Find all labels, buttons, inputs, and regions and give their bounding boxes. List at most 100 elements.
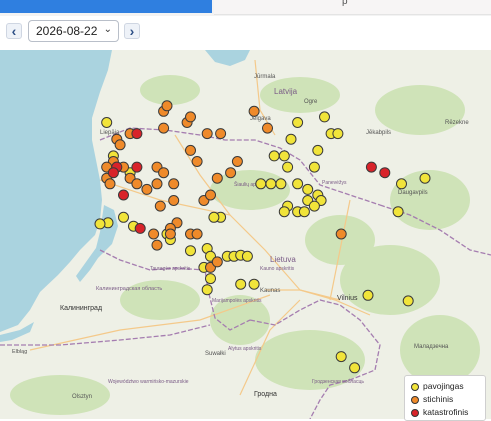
- marker-katastrofinis[interactable]: [365, 161, 377, 173]
- marker-stichinis[interactable]: [185, 144, 196, 156]
- marker-pavojingas[interactable]: [101, 117, 113, 128]
- marker-pavojingas[interactable]: [268, 150, 280, 162]
- marker-stichinis[interactable]: [191, 156, 203, 167]
- marker-stichinis[interactable]: [161, 100, 173, 112]
- tab-bar: p: [0, 0, 491, 16]
- marker-stichinis[interactable]: [205, 189, 216, 201]
- legend-item-katastrofinis: katastrofinis: [411, 407, 468, 418]
- map-label-panevezys: Panevėžys: [322, 180, 347, 186]
- marker-stichinis[interactable]: [211, 256, 223, 268]
- marker-stichinis[interactable]: [158, 167, 170, 179]
- marker-stichinis[interactable]: [248, 105, 260, 117]
- map-label-elblag: Elbląg: [12, 349, 27, 355]
- marker-pavojingas[interactable]: [419, 172, 431, 184]
- marker-stichinis[interactable]: [185, 111, 196, 123]
- chevron-down-icon: ⌄: [103, 24, 112, 35]
- chevron-right-icon: ›: [129, 23, 135, 39]
- marker-pavojingas[interactable]: [275, 178, 287, 190]
- map-label-suwalki: Suwałki: [205, 351, 226, 357]
- legend-dot-red: [411, 409, 419, 417]
- map-label-grodno_obl: Гродзенская вобласць: [312, 379, 364, 385]
- tab-active[interactable]: [0, 0, 212, 13]
- marker-pavojingas[interactable]: [292, 178, 304, 190]
- legend-dot-orange: [411, 396, 419, 404]
- map-label-kauno: Kauno apskritis: [260, 266, 295, 272]
- map-label-marijampole: Marijampolės apskritis: [212, 298, 262, 304]
- marker-pavojingas[interactable]: [94, 218, 106, 230]
- marker-stichinis[interactable]: [191, 228, 203, 240]
- marker-pavojingas[interactable]: [208, 211, 220, 223]
- marker-pavojingas[interactable]: [319, 111, 330, 123]
- marker-pavojingas[interactable]: [332, 128, 344, 140]
- marker-pavojingas[interactable]: [118, 211, 129, 223]
- marker-pavojingas[interactable]: [201, 284, 213, 296]
- marker-pavojingas[interactable]: [402, 295, 414, 307]
- marker-pavojingas[interactable]: [392, 206, 404, 218]
- marker-pavojingas[interactable]: [278, 206, 290, 218]
- marker-pavojingas[interactable]: [362, 289, 374, 301]
- marker-pavojingas[interactable]: [248, 278, 260, 290]
- marker-stichinis[interactable]: [168, 178, 180, 190]
- marker-pavojingas[interactable]: [308, 200, 320, 212]
- legend: pavojingas stichinis katastrofinis: [404, 375, 486, 421]
- map-view[interactable]: Latvija Lietuva Jūrmala Jelgava Ogre Liepāja J…: [0, 50, 491, 419]
- marker-pavojingas[interactable]: [282, 161, 294, 173]
- marker-pavojingas[interactable]: [349, 362, 361, 374]
- marker-stichinis[interactable]: [148, 228, 160, 240]
- marker-pavojingas[interactable]: [335, 351, 347, 363]
- legend-label: pavojingas: [423, 381, 464, 391]
- map-label-daugavpils: Daugavpils: [398, 190, 428, 196]
- map-label-jelgava: Jelgava: [250, 116, 271, 122]
- marker-pavojingas[interactable]: [265, 178, 277, 190]
- marker-pavojingas[interactable]: [308, 161, 320, 173]
- marker-stichinis[interactable]: [262, 122, 273, 134]
- marker-katastrofinis[interactable]: [107, 167, 119, 179]
- marker-pavojingas[interactable]: [285, 133, 297, 145]
- marker-pavojingas[interactable]: [205, 273, 216, 285]
- marker-stichinis[interactable]: [168, 195, 180, 206]
- marker-stichinis[interactable]: [164, 228, 176, 240]
- marker-stichinis[interactable]: [231, 156, 243, 167]
- marker-stichinis[interactable]: [225, 167, 237, 179]
- marker-stichinis[interactable]: [215, 128, 227, 140]
- marker-pavojingas[interactable]: [292, 117, 304, 128]
- marker-katastrofinis[interactable]: [131, 128, 143, 140]
- map-label-ogre: Ogre: [304, 99, 318, 105]
- date-select[interactable]: 2026-08-22 ⌄: [28, 20, 119, 42]
- marker-katastrofinis[interactable]: [134, 222, 146, 234]
- marker-pavojingas[interactable]: [255, 178, 267, 190]
- marker-stichinis[interactable]: [141, 183, 153, 195]
- marker-stichinis[interactable]: [211, 172, 223, 184]
- previous-date-button[interactable]: ‹: [6, 23, 22, 39]
- marker-stichinis[interactable]: [158, 122, 170, 134]
- marker-pavojingas[interactable]: [235, 278, 247, 290]
- marker-stichinis[interactable]: [114, 139, 126, 151]
- tab-inactive[interactable]: p: [214, 0, 491, 15]
- marker-stichinis[interactable]: [151, 178, 163, 190]
- marker-pavojingas[interactable]: [185, 245, 196, 257]
- map-label-kaliningrad: Калининград: [60, 305, 102, 312]
- marker-stichinis[interactable]: [335, 228, 347, 240]
- marker-pavojingas[interactable]: [396, 178, 407, 190]
- chevron-left-icon: ‹: [11, 23, 17, 39]
- marker-stichinis[interactable]: [151, 239, 163, 251]
- map-label-grodno: Гродна: [254, 391, 277, 398]
- marker-pavojingas[interactable]: [302, 183, 314, 195]
- marker-katastrofinis[interactable]: [379, 167, 391, 179]
- marker-katastrofinis[interactable]: [131, 161, 143, 173]
- marker-stichinis[interactable]: [131, 178, 143, 190]
- map-label-kaliningrad_oblast: Калининградская область: [96, 286, 162, 292]
- marker-stichinis[interactable]: [201, 128, 213, 140]
- marker-stichinis[interactable]: [104, 178, 116, 190]
- map-label-vilnius: Vilnius: [337, 295, 358, 302]
- legend-label: stichinis: [423, 394, 454, 404]
- next-date-button[interactable]: ›: [124, 23, 140, 39]
- marker-katastrofinis[interactable]: [118, 189, 129, 201]
- marker-pavojingas[interactable]: [312, 144, 324, 156]
- marker-pavojingas[interactable]: [241, 250, 253, 262]
- map-label-warminsko: Województwo warmińsko-mazurskie: [108, 379, 189, 385]
- map-canvas[interactable]: LatvijaLietuvaJūrmalaJelgavaOgreLiepāja J…: [0, 50, 491, 419]
- marker-pavojingas[interactable]: [278, 150, 290, 162]
- marker-pavojingas[interactable]: [298, 206, 310, 218]
- marker-stichinis[interactable]: [154, 200, 166, 212]
